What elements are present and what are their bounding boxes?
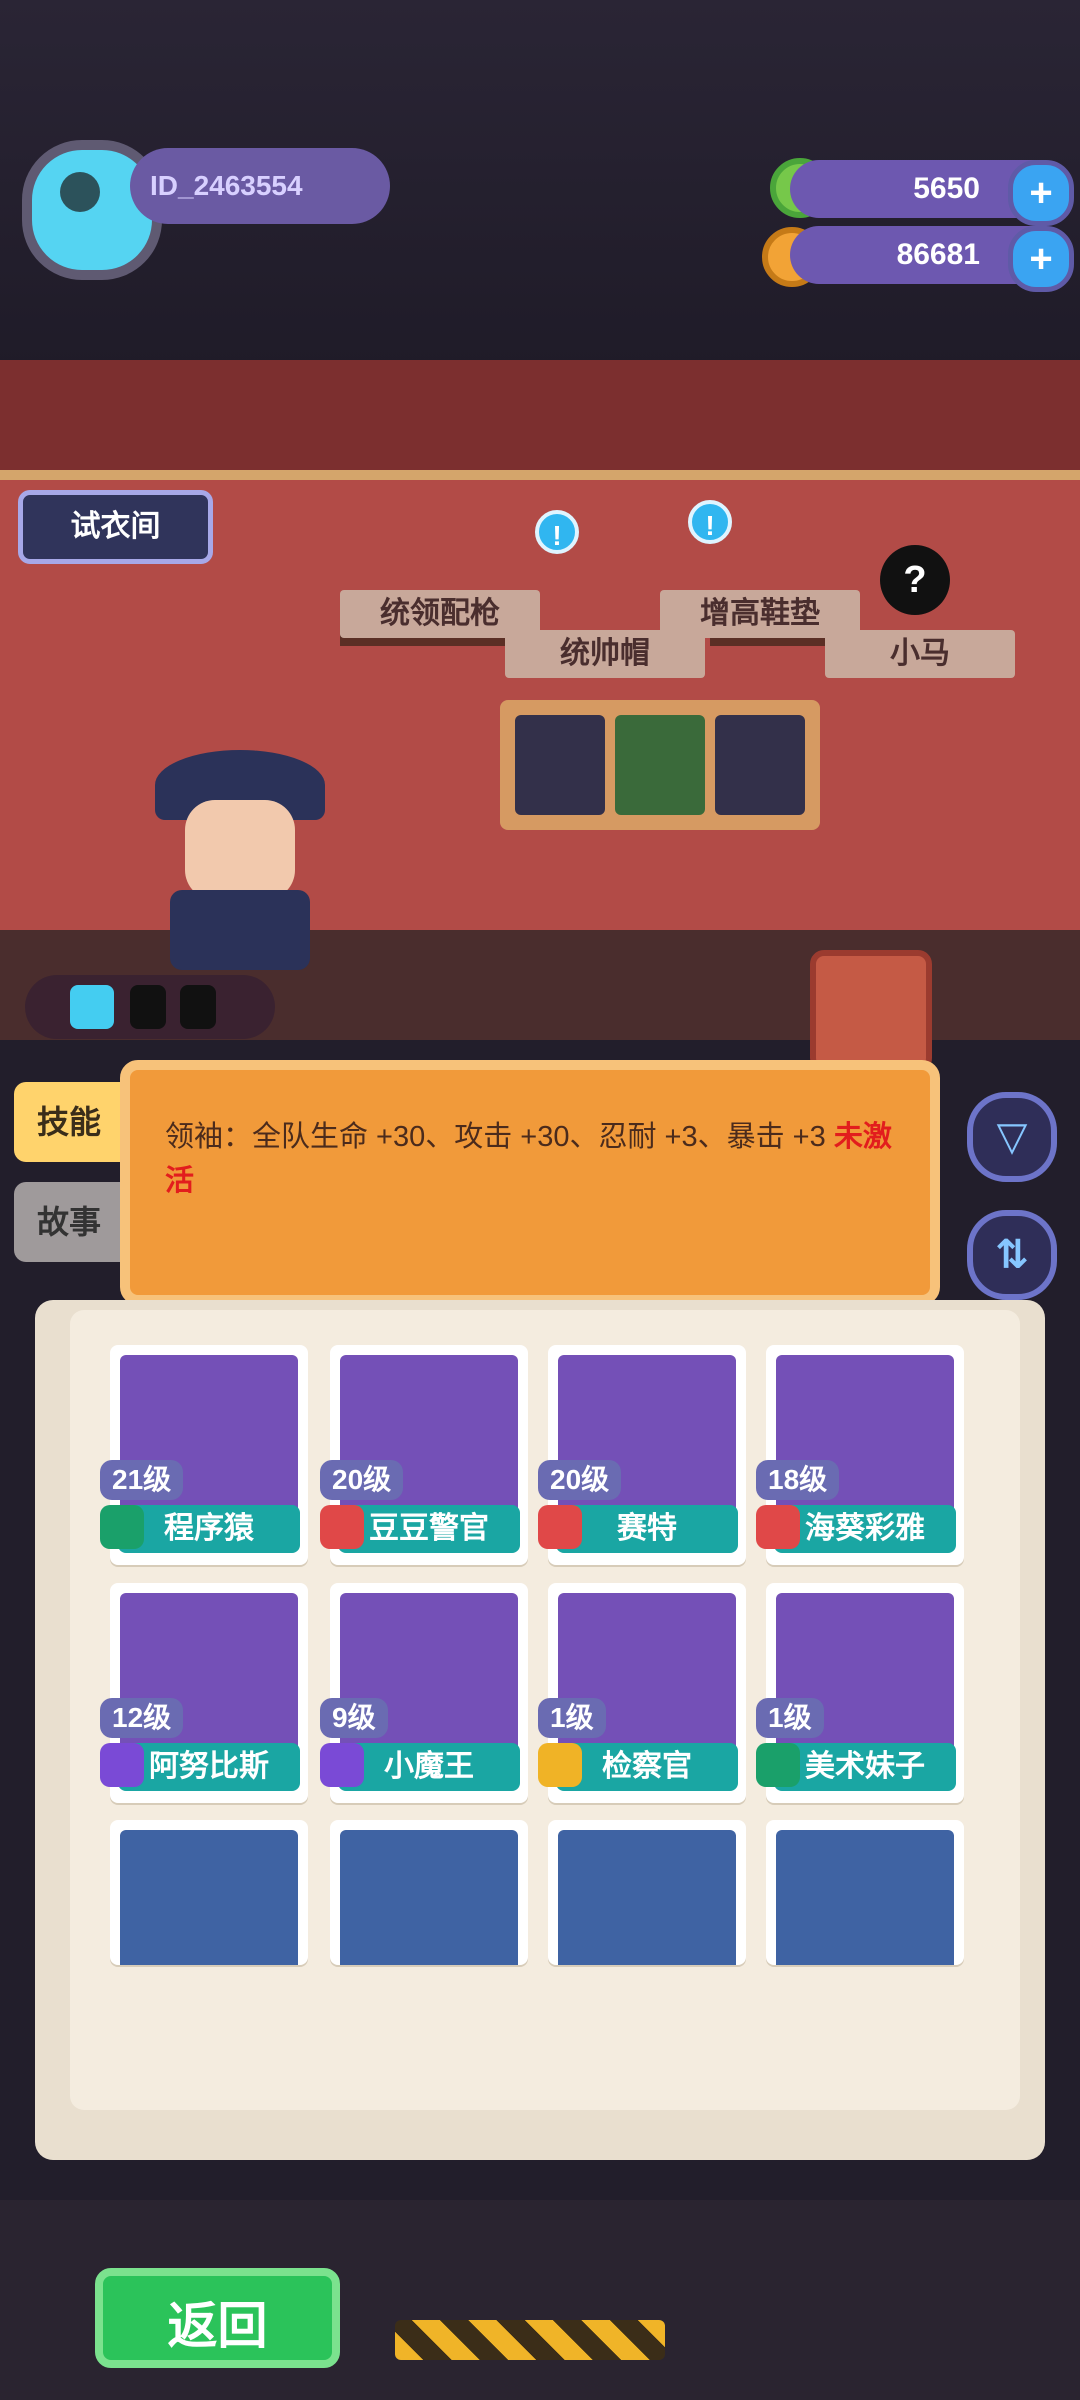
character-card[interactable]: 20级豆豆警官 xyxy=(320,1345,528,1565)
rank-shield-icon xyxy=(320,1743,364,1787)
character-card[interactable]: 20级赛特 xyxy=(538,1345,746,1565)
energy-slot xyxy=(180,985,216,1029)
character-name: 阿努比斯 xyxy=(118,1743,300,1791)
energy-icon xyxy=(70,985,114,1029)
skill-text: 领袖：全队生命 +30、攻击 +30、忍耐 +3、暴击 +3 xyxy=(165,1121,826,1153)
character-card[interactable]: 1级美术妹子 xyxy=(756,1583,964,1803)
character-name: 小魔王 xyxy=(338,1743,520,1791)
hint-dot-icon: ! xyxy=(688,500,732,544)
unknown-item-icon: ? xyxy=(880,545,950,615)
level-badge: 9级 xyxy=(320,1698,388,1738)
sort-button[interactable]: ⇅ xyxy=(967,1210,1057,1300)
fitting-room-button[interactable]: 试衣间 xyxy=(18,490,213,564)
level-badge: 18级 xyxy=(756,1460,840,1500)
character-card[interactable] xyxy=(548,1820,746,1965)
character-body xyxy=(170,890,310,970)
character-portrait xyxy=(776,1830,954,1965)
character-card[interactable]: 9级小魔王 xyxy=(320,1583,528,1803)
item-plaque-pony[interactable]: 小马 xyxy=(825,630,1015,678)
rank-shield-icon xyxy=(320,1505,364,1549)
skill-description: 领袖：全队生命 +30、攻击 +30、忍耐 +3、暴击 +3 未激活 xyxy=(165,1115,905,1203)
character-name: 赛特 xyxy=(556,1505,738,1553)
character-card[interactable] xyxy=(766,1820,964,1965)
rank-shield-icon xyxy=(756,1743,800,1787)
wardrobe-icon[interactable] xyxy=(810,950,932,1072)
back-button[interactable]: 返回 xyxy=(95,2268,340,2368)
tab-skill[interactable]: 技能 xyxy=(14,1082,124,1162)
character-card[interactable]: 12级阿努比斯 xyxy=(100,1583,308,1803)
caution-strip xyxy=(395,2320,665,2360)
character-card[interactable]: 1级检察官 xyxy=(538,1583,746,1803)
level-badge: 21级 xyxy=(100,1460,184,1500)
character-portrait xyxy=(120,1830,298,1965)
character-name: 豆豆警官 xyxy=(338,1505,520,1553)
character-name: 美术妹子 xyxy=(774,1743,956,1791)
level-badge: 20级 xyxy=(538,1460,622,1500)
character-card[interactable] xyxy=(330,1820,528,1965)
level-badge: 20级 xyxy=(320,1460,404,1500)
hint-dot-icon: ! xyxy=(535,510,579,554)
level-badge: 1级 xyxy=(756,1698,824,1738)
character-card[interactable]: 18级海葵彩雅 xyxy=(756,1345,964,1565)
filter-button[interactable]: ▽ xyxy=(967,1092,1057,1182)
hair-slot-1[interactable] xyxy=(515,715,605,815)
add-gold-currency-button[interactable]: + xyxy=(1008,226,1074,292)
cat-face-icon xyxy=(60,172,100,212)
character-name: 程序猿 xyxy=(118,1505,300,1553)
rank-shield-icon xyxy=(538,1743,582,1787)
tab-story[interactable]: 故事 xyxy=(14,1182,124,1262)
blurred-footnote xyxy=(220,2000,980,2038)
character-card[interactable]: 21级程序猿 xyxy=(100,1345,308,1565)
character-portrait xyxy=(340,1830,518,1965)
add-green-currency-button[interactable]: + xyxy=(1008,160,1074,226)
rank-shield-icon xyxy=(538,1505,582,1549)
character-card[interactable] xyxy=(110,1820,308,1965)
character-face xyxy=(185,800,295,900)
hair-slot-2[interactable] xyxy=(615,715,705,815)
player-id-label: ID_2463554 xyxy=(130,148,390,224)
rank-shield-icon xyxy=(100,1505,144,1549)
room-ceiling xyxy=(0,360,1080,480)
character-name: 检察官 xyxy=(556,1743,738,1791)
character-portrait xyxy=(558,1830,736,1965)
energy-slot xyxy=(130,985,166,1029)
level-badge: 12级 xyxy=(100,1698,184,1738)
hair-slot-3[interactable] xyxy=(715,715,805,815)
character-name: 海葵彩雅 xyxy=(774,1505,956,1553)
rank-shield-icon xyxy=(756,1505,800,1549)
rank-shield-icon xyxy=(100,1743,144,1787)
level-badge: 1级 xyxy=(538,1698,606,1738)
